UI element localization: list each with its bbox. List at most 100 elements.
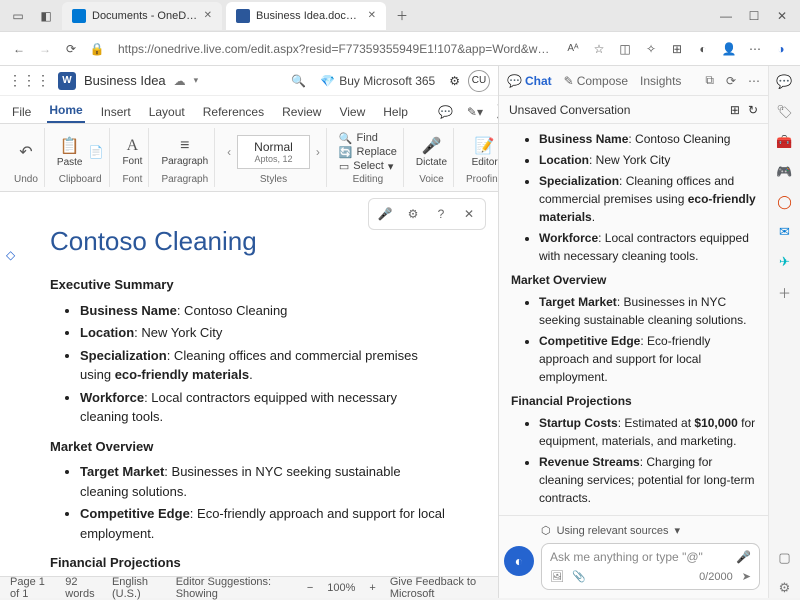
dictate-button[interactable]: 🎤Dictate	[416, 136, 447, 168]
tab-view[interactable]: View	[337, 101, 367, 123]
page-count[interactable]: Page 1 of 1	[10, 576, 51, 600]
zoom-level[interactable]: 100%	[327, 582, 355, 594]
user-avatar[interactable]: CU	[468, 70, 490, 92]
search-icon[interactable]: 🔍	[291, 74, 306, 88]
paste-button[interactable]: 📋Paste	[57, 136, 83, 168]
tab-insert[interactable]: Insert	[99, 101, 133, 123]
add-sidebar-icon[interactable]: ＋	[775, 282, 795, 302]
list-item: Target Market: Businesses in NYC seeking…	[539, 293, 756, 329]
send-button[interactable]: ➤	[742, 571, 751, 583]
app-launcher-icon[interactable]: ⋮⋮⋮	[8, 72, 50, 89]
sidebar-settings-icon[interactable]: ⚙	[775, 578, 795, 598]
paragraph-button[interactable]: ≡Paragraph	[161, 137, 208, 167]
list-item: Revenue Streams: Charging for cleaning s…	[539, 453, 756, 507]
mic-input-icon[interactable]: 🎤	[736, 550, 751, 564]
minimize-button[interactable]: —	[714, 4, 738, 28]
more-icon[interactable]: ⋯	[748, 74, 760, 88]
tabs-overview-icon[interactable]: ▭	[6, 4, 30, 28]
bing-chat-icon[interactable]: 💬	[775, 72, 795, 92]
comments-icon[interactable]: 💬	[438, 101, 453, 123]
copilot-tab-compose[interactable]: ✎ Compose	[564, 74, 628, 88]
favorite-icon[interactable]: ☆	[586, 36, 612, 62]
forward-button[interactable]: →	[32, 36, 58, 62]
close-icon[interactable]: ✕	[368, 10, 376, 21]
hide-sidebar-icon[interactable]: ▢	[775, 548, 795, 568]
find-button[interactable]: 🔍 Find	[339, 132, 397, 145]
replace-button[interactable]: 🔄 Replace	[339, 146, 397, 159]
plugins-icon[interactable]: ⊞	[730, 103, 740, 117]
word-statusbar: Page 1 of 1 92 words English (U.S.) Edit…	[0, 576, 498, 598]
tab-review[interactable]: Review	[280, 101, 323, 123]
style-next-icon[interactable]: ›	[316, 145, 320, 159]
word-count[interactable]: 92 words	[65, 576, 98, 600]
split-icon[interactable]: ◫	[612, 36, 638, 62]
feedback-link[interactable]: Give Feedback to Microsoft	[390, 576, 488, 600]
tab-layout[interactable]: Layout	[147, 101, 187, 123]
clipboard-more-icon[interactable]: 📄	[88, 145, 103, 159]
document-canvas[interactable]: 🎤 ⚙ ? ✕ ◇ Contoso Cleaning Executive Sum…	[0, 192, 498, 576]
catchup-icon[interactable]: ✎▾	[467, 101, 483, 123]
buy-m365-button[interactable]: 💎Buy Microsoft 365	[314, 72, 441, 90]
back-button[interactable]: ←	[6, 36, 32, 62]
add-image-icon[interactable]: 🖼	[550, 570, 564, 583]
refresh-button[interactable]: ⟳	[58, 36, 84, 62]
tools-icon[interactable]: 🧰	[775, 132, 795, 152]
list-item: Location: New York City	[80, 323, 448, 343]
zoom-in-button[interactable]: +	[369, 582, 375, 594]
editor-button[interactable]: 📝Editor	[472, 136, 498, 168]
help-icon[interactable]: ?	[429, 203, 453, 225]
tab-references[interactable]: References	[201, 101, 266, 123]
undo-button[interactable]: ↶	[19, 142, 32, 162]
language[interactable]: English (U.S.)	[112, 576, 162, 600]
tab-label: Documents - OneDrive	[92, 10, 198, 22]
document-title[interactable]: Business Idea	[84, 73, 166, 88]
editor-status[interactable]: Editor Suggestions: Showing	[176, 576, 279, 600]
workspace-icon[interactable]: ◧	[34, 4, 58, 28]
games-icon[interactable]: 🎮	[775, 162, 795, 182]
m365-icon[interactable]: ◯	[775, 192, 795, 212]
extensions-icon[interactable]: ⊞	[664, 36, 690, 62]
close-tools-icon[interactable]: ✕	[457, 203, 481, 225]
history-icon[interactable]: ↻	[748, 103, 758, 117]
browser-tab-word[interactable]: Business Idea.docx - Microsoft W... ✕	[226, 2, 386, 30]
shopping-icon[interactable]: 🏷	[775, 102, 795, 122]
style-normal[interactable]: NormalAptos, 12	[237, 135, 310, 169]
gear-icon[interactable]: ⚙	[401, 203, 425, 225]
read-aloud-icon[interactable]: Aᴬ	[560, 36, 586, 62]
close-icon[interactable]: ✕	[204, 10, 212, 21]
site-info-icon[interactable]: 🔒	[84, 36, 110, 62]
section-title: Market Overview	[511, 271, 756, 289]
tab-home[interactable]: Home	[47, 99, 84, 123]
more-icon[interactable]: ⋯	[742, 36, 768, 62]
cloud-save-icon[interactable]: ☁	[174, 74, 186, 88]
zoom-out-button[interactable]: −	[307, 582, 313, 594]
collections-icon[interactable]: ✧	[638, 36, 664, 62]
outlook-icon[interactable]: ✉	[775, 222, 795, 242]
tab-label: Business Idea.docx - Microsoft W...	[256, 10, 362, 22]
open-new-icon[interactable]: ⧉	[705, 73, 714, 88]
copilot-tab-chat[interactable]: 💬 Chat	[507, 74, 552, 88]
font-button[interactable]: AFont	[122, 137, 142, 167]
dropdown-icon[interactable]: ▾	[194, 75, 199, 86]
sources-selector[interactable]: ⬡ Using relevant sources ▾	[507, 524, 760, 537]
select-button[interactable]: ▭ Select ▾	[339, 160, 397, 173]
copilot-tab-insights[interactable]: Insights	[640, 74, 681, 88]
tab-help[interactable]: Help	[381, 101, 410, 123]
attach-icon[interactable]: 📎	[572, 570, 586, 583]
profile-icon[interactable]: 👤	[716, 36, 742, 62]
browser-tab-onedrive[interactable]: Documents - OneDrive ✕	[62, 2, 222, 30]
copilot-sidebar-toggle[interactable]: ◑	[768, 36, 794, 62]
new-tab-button[interactable]: ＋	[390, 4, 414, 28]
maximize-button[interactable]: ☐	[742, 4, 766, 28]
prompt-box[interactable]: ◐ Ask me anything or type "@" 🎤 🖼📎 0/200…	[541, 543, 760, 590]
refresh-icon[interactable]: ⟳	[726, 74, 736, 88]
close-window-button[interactable]: ✕	[770, 4, 794, 28]
tab-file[interactable]: File	[10, 101, 33, 123]
drop-icon[interactable]: ✈	[775, 252, 795, 272]
settings-icon[interactable]: ⚙	[449, 74, 460, 88]
extension2-icon[interactable]: ◐	[690, 36, 716, 62]
style-prev-icon[interactable]: ‹	[227, 145, 231, 159]
mic-icon[interactable]: 🎤	[373, 203, 397, 225]
list-item: Workforce: Local contractors equipped wi…	[80, 388, 448, 427]
url-field[interactable]: https://onedrive.live.com/edit.aspx?resi…	[110, 42, 560, 56]
